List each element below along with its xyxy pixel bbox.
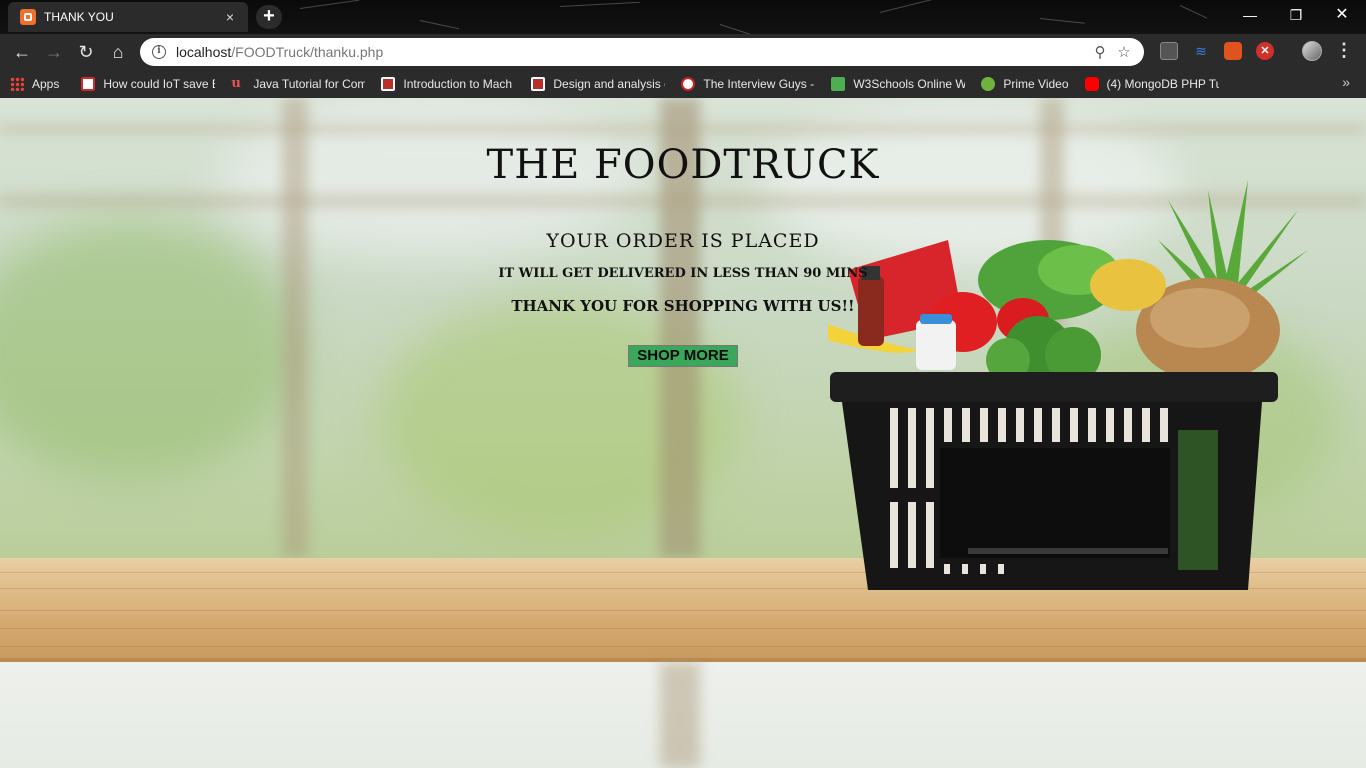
udemy-icon: u — [231, 76, 241, 91]
bookmark-interview-guys[interactable]: The Interview Guys - — [675, 72, 821, 96]
new-tab-button[interactable]: + — [256, 5, 282, 29]
nptel-icon — [381, 77, 396, 91]
extension-block-icon[interactable]: ✕ — [1256, 42, 1274, 60]
extension-lock-icon[interactable] — [1224, 42, 1242, 60]
home-button[interactable]: ⌂ — [102, 36, 134, 68]
nptel-icon — [531, 77, 546, 91]
bookmark-label: Introduction to Mach — [403, 77, 513, 91]
url-path: /FOODTruck/thanku.php — [231, 44, 384, 60]
bookmark-w3schools[interactable]: W3Schools Online W — [825, 72, 971, 96]
close-window-button[interactable]: ✕ — [1320, 4, 1364, 28]
forward-button[interactable]: → — [38, 36, 70, 68]
bookmark-label: Prime Video — [1003, 77, 1069, 91]
tab-thank-you[interactable]: THANK YOU × — [8, 2, 248, 32]
site-info-icon[interactable]: i — [152, 45, 166, 59]
xampp-favicon-icon — [20, 9, 36, 25]
url-text[interactable]: localhost/FOODTruck/thanku.php — [176, 44, 1088, 60]
thank-you-text: THANK YOU FOR SHOPPING WITH US!! — [511, 297, 855, 315]
zoom-icon[interactable]: ⚲ — [1088, 43, 1112, 61]
tab-title: THANK YOU — [44, 10, 114, 24]
bookmark-label: How could IoT save E — [103, 77, 216, 91]
bookmark-intro-ml[interactable]: Introduction to Mach — [375, 72, 521, 96]
tab-strip: THANK YOU × + — ❐ ✕ — [0, 0, 1366, 34]
bookmark-prime-video[interactable]: Prime Video — [975, 72, 1074, 96]
page-title: THE FOODTRUCK — [486, 142, 880, 188]
bookmark-label: Apps — [32, 77, 60, 91]
reload-button[interactable]: ↻ — [70, 36, 102, 68]
bookmark-apps[interactable]: Apps — [4, 72, 65, 96]
play-icon — [981, 77, 996, 91]
maximize-button[interactable]: ❐ — [1274, 4, 1318, 28]
delivery-time-text: IT WILL GET DELIVERED IN LESS THAN 90 MI… — [498, 266, 868, 281]
url-host: localhost — [176, 44, 232, 60]
extension-box-icon[interactable] — [1160, 42, 1178, 60]
page-viewport: THE FOODTRUCK YOUR ORDER IS PLACED IT WI… — [0, 98, 1366, 768]
bookmark-iot[interactable]: How could IoT save E — [75, 72, 221, 96]
order-placed-heading: YOUR ORDER IS PLACED — [546, 230, 820, 252]
bookmark-star-icon[interactable]: ☆ — [1112, 43, 1136, 61]
bookmark-design-analysis[interactable]: Design and analysis c — [525, 72, 671, 96]
bookmark-label: (4) MongoDB PHP Tu — [1106, 77, 1219, 91]
extension-wave-icon[interactable]: ≋ — [1192, 42, 1210, 60]
apps-grid-icon — [10, 77, 24, 91]
profile-avatar[interactable] — [1302, 41, 1322, 61]
interview-guys-icon — [681, 77, 696, 91]
minimize-button[interactable]: — — [1228, 4, 1272, 28]
w3schools-icon — [831, 77, 846, 91]
browser-toolbar: ← → ↻ ⌂ i localhost/FOODTruck/thanku.php… — [0, 34, 1366, 70]
bookmark-java-tutorial[interactable]: u Java Tutorial for Com — [225, 72, 371, 96]
shop-more-button[interactable]: SHOP MORE — [628, 345, 738, 367]
bookmarks-overflow-icon[interactable]: » — [1342, 74, 1350, 90]
back-button[interactable]: ← — [6, 36, 38, 68]
address-bar[interactable]: i localhost/FOODTruck/thanku.php ⚲ ☆ — [140, 38, 1144, 66]
bookmark-label: Design and analysis c — [553, 77, 666, 91]
bookmark-mongodb-php[interactable]: (4) MongoDB PHP Tu — [1079, 72, 1225, 96]
bookmark-label: W3Schools Online W — [853, 77, 966, 91]
youtube-icon — [1084, 77, 1099, 91]
id-logo-icon — [81, 77, 96, 91]
bookmark-label: The Interview Guys - — [703, 77, 815, 91]
bookmark-label: Java Tutorial for Com — [253, 77, 366, 91]
bookmarks-bar: Apps How could IoT save E u Java Tutoria… — [0, 70, 1366, 98]
tab-close-icon[interactable]: × — [220, 9, 240, 25]
browser-menu-icon[interactable]: ⋮ — [1334, 40, 1354, 60]
